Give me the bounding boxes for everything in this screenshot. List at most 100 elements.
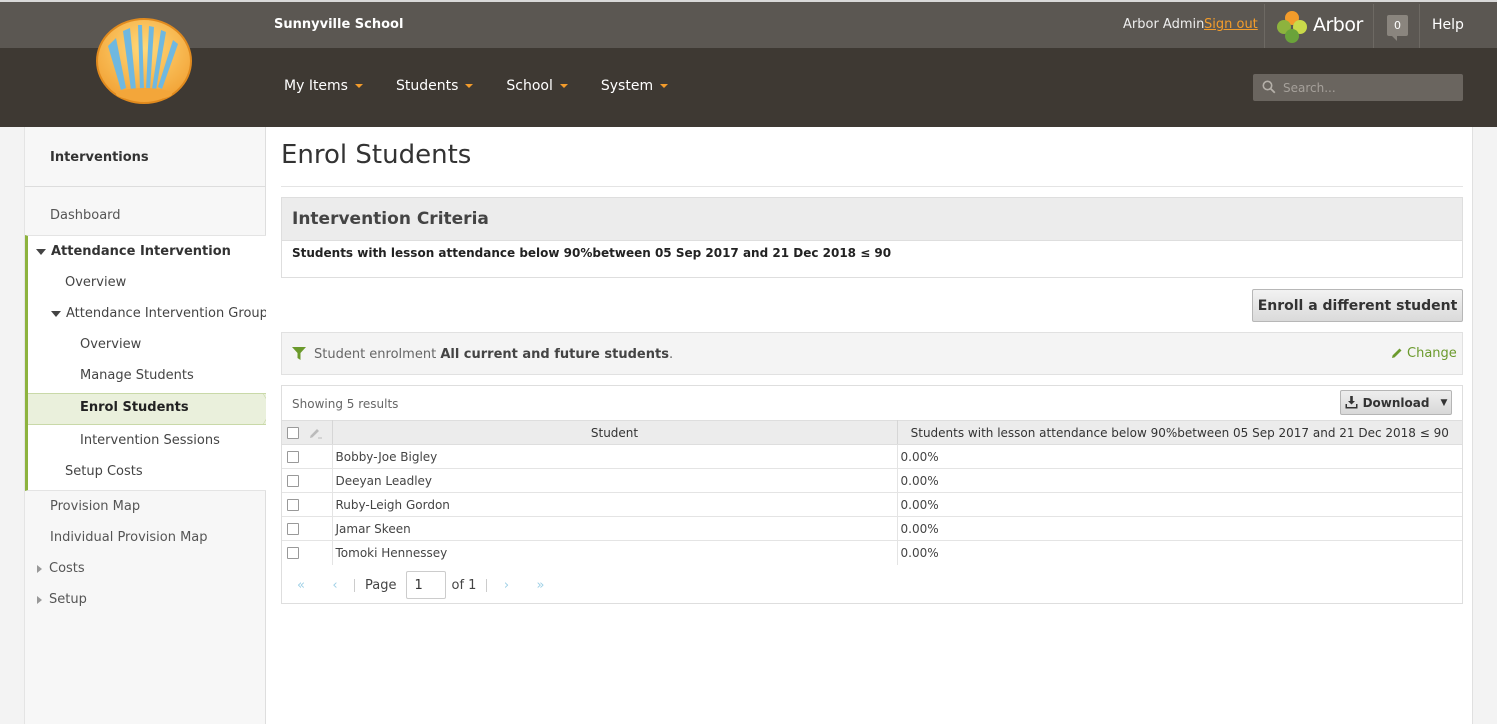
row-select-cell — [282, 492, 333, 517]
sidebar-item-group-overview[interactable]: Overview — [80, 337, 141, 352]
change-label: Change — [1407, 346, 1457, 361]
pager-divider — [486, 578, 488, 592]
criteria-value-cell: 0.00% — [897, 516, 1462, 541]
row-select-cell — [282, 468, 333, 493]
next-page-button[interactable]: › — [497, 578, 515, 593]
sidebar-item-setup-costs[interactable]: Setup Costs — [65, 464, 143, 479]
row-select-cell — [282, 540, 333, 565]
pencil-icon — [1392, 348, 1402, 358]
notification-badge[interactable]: 0 — [1387, 15, 1408, 41]
top-bar: Sunnyville School Arbor Admin Sign out A… — [0, 0, 1497, 50]
first-page-button[interactable]: « — [292, 578, 310, 593]
help-link[interactable]: Help — [1432, 17, 1464, 33]
table-row[interactable]: Deeyan Leadley 0.00% — [282, 468, 1462, 493]
intervention-criteria-panel: Intervention Criteria Students with less… — [281, 197, 1463, 278]
nav-my-items[interactable]: My Items — [284, 78, 363, 94]
row-select-cell — [282, 444, 333, 469]
search-icon — [1262, 80, 1276, 94]
criteria-value-cell: 0.00% — [897, 492, 1462, 517]
table-row[interactable]: Ruby-Leigh Gordon 0.00% — [282, 492, 1462, 517]
column-header-criteria[interactable]: Students with lesson attendance below 90… — [897, 420, 1462, 445]
caret-down-icon — [465, 84, 474, 88]
student-name-cell[interactable]: Ruby-Leigh Gordon — [332, 492, 898, 517]
row-checkbox[interactable] — [287, 499, 299, 511]
page-number-input[interactable] — [406, 571, 447, 599]
sidebar-item-manage-students[interactable]: Manage Students — [80, 368, 194, 383]
main-content: Enrol Students Intervention Criteria Stu… — [266, 127, 1473, 724]
edit-pencil-icon[interactable] — [309, 427, 323, 439]
change-filter-link[interactable]: Change — [1390, 346, 1457, 361]
sidebar-item-provision-map[interactable]: Provision Map — [50, 499, 140, 514]
nav-school[interactable]: School — [506, 78, 568, 94]
page-title: Enrol Students — [281, 140, 472, 170]
table-row[interactable]: Jamar Skeen 0.00% — [282, 516, 1462, 541]
sidebar-item-group[interactable]: Attendance Intervention Group 1 — [51, 306, 280, 321]
nav-students[interactable]: Students — [395, 78, 474, 94]
row-checkbox[interactable] — [287, 475, 299, 487]
enroll-different-student-button[interactable]: Enroll a different student — [1252, 289, 1463, 322]
caret-down-icon — [660, 84, 669, 88]
sidebar-item-label: Attendance Intervention Group 1 — [66, 306, 281, 321]
main-navbar: My Items Students School System — [0, 48, 1497, 127]
criteria-value-cell: 0.00% — [897, 444, 1462, 469]
caret-down-icon — [559, 84, 568, 88]
sidebar-item-overview[interactable]: Overview — [65, 275, 126, 290]
header-divider — [1419, 4, 1420, 50]
student-name-cell[interactable]: Tomoki Hennessey — [332, 540, 898, 565]
row-checkbox[interactable] — [287, 451, 299, 463]
nav-label: My Items — [284, 78, 348, 94]
nav-label: System — [600, 78, 654, 94]
student-name-cell[interactable]: Deeyan Leadley — [332, 468, 898, 493]
search-input[interactable] — [1283, 78, 1453, 97]
row-checkbox[interactable] — [287, 523, 299, 535]
prev-page-button[interactable]: ‹ — [326, 578, 344, 593]
sidebar-item-dashboard[interactable]: Dashboard — [50, 208, 121, 223]
main-nav: My Items Students School System — [284, 78, 701, 94]
sidebar-item-label: Setup — [49, 592, 87, 607]
header-divider — [1264, 4, 1265, 50]
results-grid: Showing 5 results Download ▼ Student Stu… — [281, 385, 1463, 604]
sidebar-item-costs[interactable]: Costs — [37, 561, 85, 576]
student-name-cell[interactable]: Jamar Skeen — [332, 516, 898, 541]
filter-period: . — [668, 347, 674, 362]
row-checkbox[interactable] — [287, 547, 299, 560]
header-divider — [1373, 4, 1374, 50]
download-button[interactable]: Download ▼ — [1340, 390, 1452, 415]
student-name-cell[interactable]: Bobby-Joe Bigley — [332, 444, 898, 469]
filter-value: All current and future students — [440, 347, 669, 362]
column-header-student[interactable]: Student — [332, 420, 898, 445]
students-table: Student Students with lesson attendance … — [282, 420, 1462, 565]
school-logo-icon — [96, 18, 192, 104]
page-label: Page — [365, 577, 397, 593]
criteria-value-cell: 0.00% — [897, 468, 1462, 493]
sign-out-link[interactable]: Sign out — [1204, 17, 1258, 32]
sidebar-item-individual-provision-map[interactable]: Individual Provision Map — [50, 530, 208, 545]
sidebar: Interventions Dashboard Attendance Inter… — [24, 127, 280, 724]
school-name[interactable]: Sunnyville School — [274, 17, 403, 32]
table-header-row: Student Students with lesson attendance … — [282, 420, 1462, 445]
search-box[interactable] — [1253, 74, 1463, 101]
download-label: Download — [1362, 395, 1430, 410]
table-row[interactable]: Bobby-Joe Bigley 0.00% — [282, 444, 1462, 469]
dropdown-caret-icon: ▼ — [1440, 397, 1448, 408]
row-select-cell — [282, 516, 333, 541]
sidebar-item-attendance-intervention[interactable]: Attendance Intervention — [36, 244, 231, 259]
arbor-brand[interactable]: Arbor — [1313, 14, 1363, 36]
sidebar-item-setup[interactable]: Setup — [37, 592, 87, 607]
sidebar-item-enrol-students[interactable]: Enrol Students — [80, 400, 189, 415]
nav-label: Students — [395, 78, 459, 94]
criteria-value-cell: 0.00% — [900, 545, 939, 560]
last-page-button[interactable]: » — [531, 578, 549, 593]
download-icon — [1345, 396, 1358, 409]
arbor-logo-icon[interactable] — [1276, 10, 1308, 44]
nav-system[interactable]: System — [600, 78, 669, 94]
expand-right-icon — [37, 564, 42, 573]
expand-right-icon — [37, 595, 42, 604]
page-total: of 1 — [451, 577, 477, 593]
sidebar-item-intervention-sessions[interactable]: Intervention Sessions — [80, 433, 220, 448]
select-all-checkbox[interactable] — [287, 427, 299, 439]
select-all-header — [282, 420, 333, 445]
results-count: Showing 5 results — [292, 397, 399, 411]
caret-down-icon — [354, 84, 363, 88]
table-row[interactable]: Tomoki Hennessey 0.00% — [282, 540, 1462, 565]
